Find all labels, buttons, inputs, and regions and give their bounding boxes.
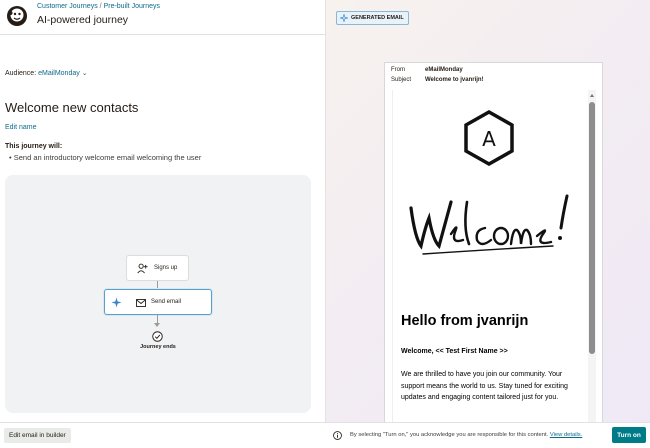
audience-dropdown[interactable]: eMailMonday ⌄ bbox=[38, 70, 87, 77]
journey-setup-panel: Customer Journeys / Pre-built Journeys A… bbox=[0, 0, 326, 448]
disclaimer-body: By selecting "Turn on," you acknowledge … bbox=[350, 432, 549, 438]
generated-email-badge: GENERATED EMAIL bbox=[336, 11, 409, 25]
brand-logo-icon: A bbox=[464, 110, 514, 166]
email-preview: From eMailMonday Subject Welcome to jvanri… bbox=[384, 62, 603, 448]
email-scrollbar[interactable] bbox=[588, 90, 596, 448]
disclaimer-text: By selecting "Turn on," you acknowledge … bbox=[350, 432, 582, 438]
email-heading: Hello from jvanrijn bbox=[401, 313, 529, 329]
ai-sparkle-icon bbox=[111, 297, 122, 308]
audience-label: Audience: bbox=[5, 70, 37, 77]
turn-on-button[interactable]: Turn on bbox=[612, 427, 646, 443]
top-bar: Customer Journeys / Pre-built Journeys A… bbox=[0, 0, 325, 35]
journey-bullet-item: • Send an introductory welcome email wel… bbox=[9, 153, 202, 162]
audience-value: eMailMonday bbox=[38, 70, 80, 77]
email-greeting: Welcome, << Test First Name >> bbox=[401, 348, 508, 355]
email-preview-panel: GENERATED EMAIL From eMailMonday Subject W… bbox=[326, 0, 650, 448]
breadcrumb: Customer Journeys / Pre-built Journeys bbox=[37, 3, 160, 10]
journey-bullet-text: Send an introductory welcome email welco… bbox=[13, 153, 202, 162]
flow-connector bbox=[157, 281, 158, 289]
breadcrumb-customer-journeys[interactable]: Customer Journeys bbox=[37, 3, 98, 10]
welcome-script-image bbox=[409, 194, 569, 255]
edit-email-in-builder-button[interactable]: Edit email in builder bbox=[4, 428, 71, 443]
action-label: Send email bbox=[151, 299, 182, 305]
email-body[interactable]: A Hello from jvanrijn Welcome, << Test F… bbox=[392, 90, 596, 448]
logo-letter: A bbox=[482, 127, 496, 151]
trigger-node-signs-up[interactable]: Signs up bbox=[126, 255, 189, 281]
breadcrumb-separator: / bbox=[99, 3, 102, 10]
trigger-label: Signs up bbox=[154, 265, 178, 271]
add-user-icon bbox=[137, 263, 148, 274]
generated-email-label: GENERATED EMAIL bbox=[351, 15, 404, 21]
view-details-link[interactable]: View details. bbox=[550, 432, 582, 438]
journey-name: Welcome new contacts bbox=[5, 100, 139, 115]
email-from: From eMailMonday bbox=[391, 67, 463, 73]
envelope-icon bbox=[136, 299, 146, 307]
journey-flow-canvas[interactable]: Signs up Send email Journey ends bbox=[5, 175, 311, 413]
scrollbar-thumb[interactable] bbox=[589, 102, 595, 354]
subject-value: Welcome to jvanrijn! bbox=[425, 77, 484, 83]
email-subject: Subject Welcome to jvanrijn! bbox=[391, 77, 484, 83]
subject-label: Subject bbox=[391, 77, 412, 83]
journey-end-label: Journey ends bbox=[140, 344, 176, 350]
from-label: From bbox=[391, 67, 405, 73]
ai-sparkle-icon bbox=[340, 14, 348, 22]
scroll-up-icon[interactable] bbox=[590, 94, 594, 97]
mailchimp-logo-icon[interactable] bbox=[5, 4, 29, 28]
action-node-send-email[interactable]: Send email bbox=[104, 289, 212, 315]
footer-bar: Edit email in builder By selecting "Turn… bbox=[0, 422, 650, 448]
email-paragraph: We are thrilled to have you join our com… bbox=[401, 371, 568, 401]
breadcrumb-pre-built-journeys[interactable]: Pre-built Journeys bbox=[104, 3, 160, 10]
info-icon bbox=[333, 431, 342, 440]
check-circle-icon bbox=[152, 331, 163, 342]
journey-will-heading: This journey will: bbox=[5, 143, 63, 150]
arrow-down-icon bbox=[154, 323, 160, 327]
audience-selector: Audience: eMailMonday ⌄ bbox=[5, 69, 88, 77]
page-title: AI-powered journey bbox=[37, 14, 129, 26]
chevron-down-icon: ⌄ bbox=[81, 70, 88, 77]
edit-name-link[interactable]: Edit name bbox=[5, 124, 37, 131]
from-value: eMailMonday bbox=[425, 67, 463, 73]
